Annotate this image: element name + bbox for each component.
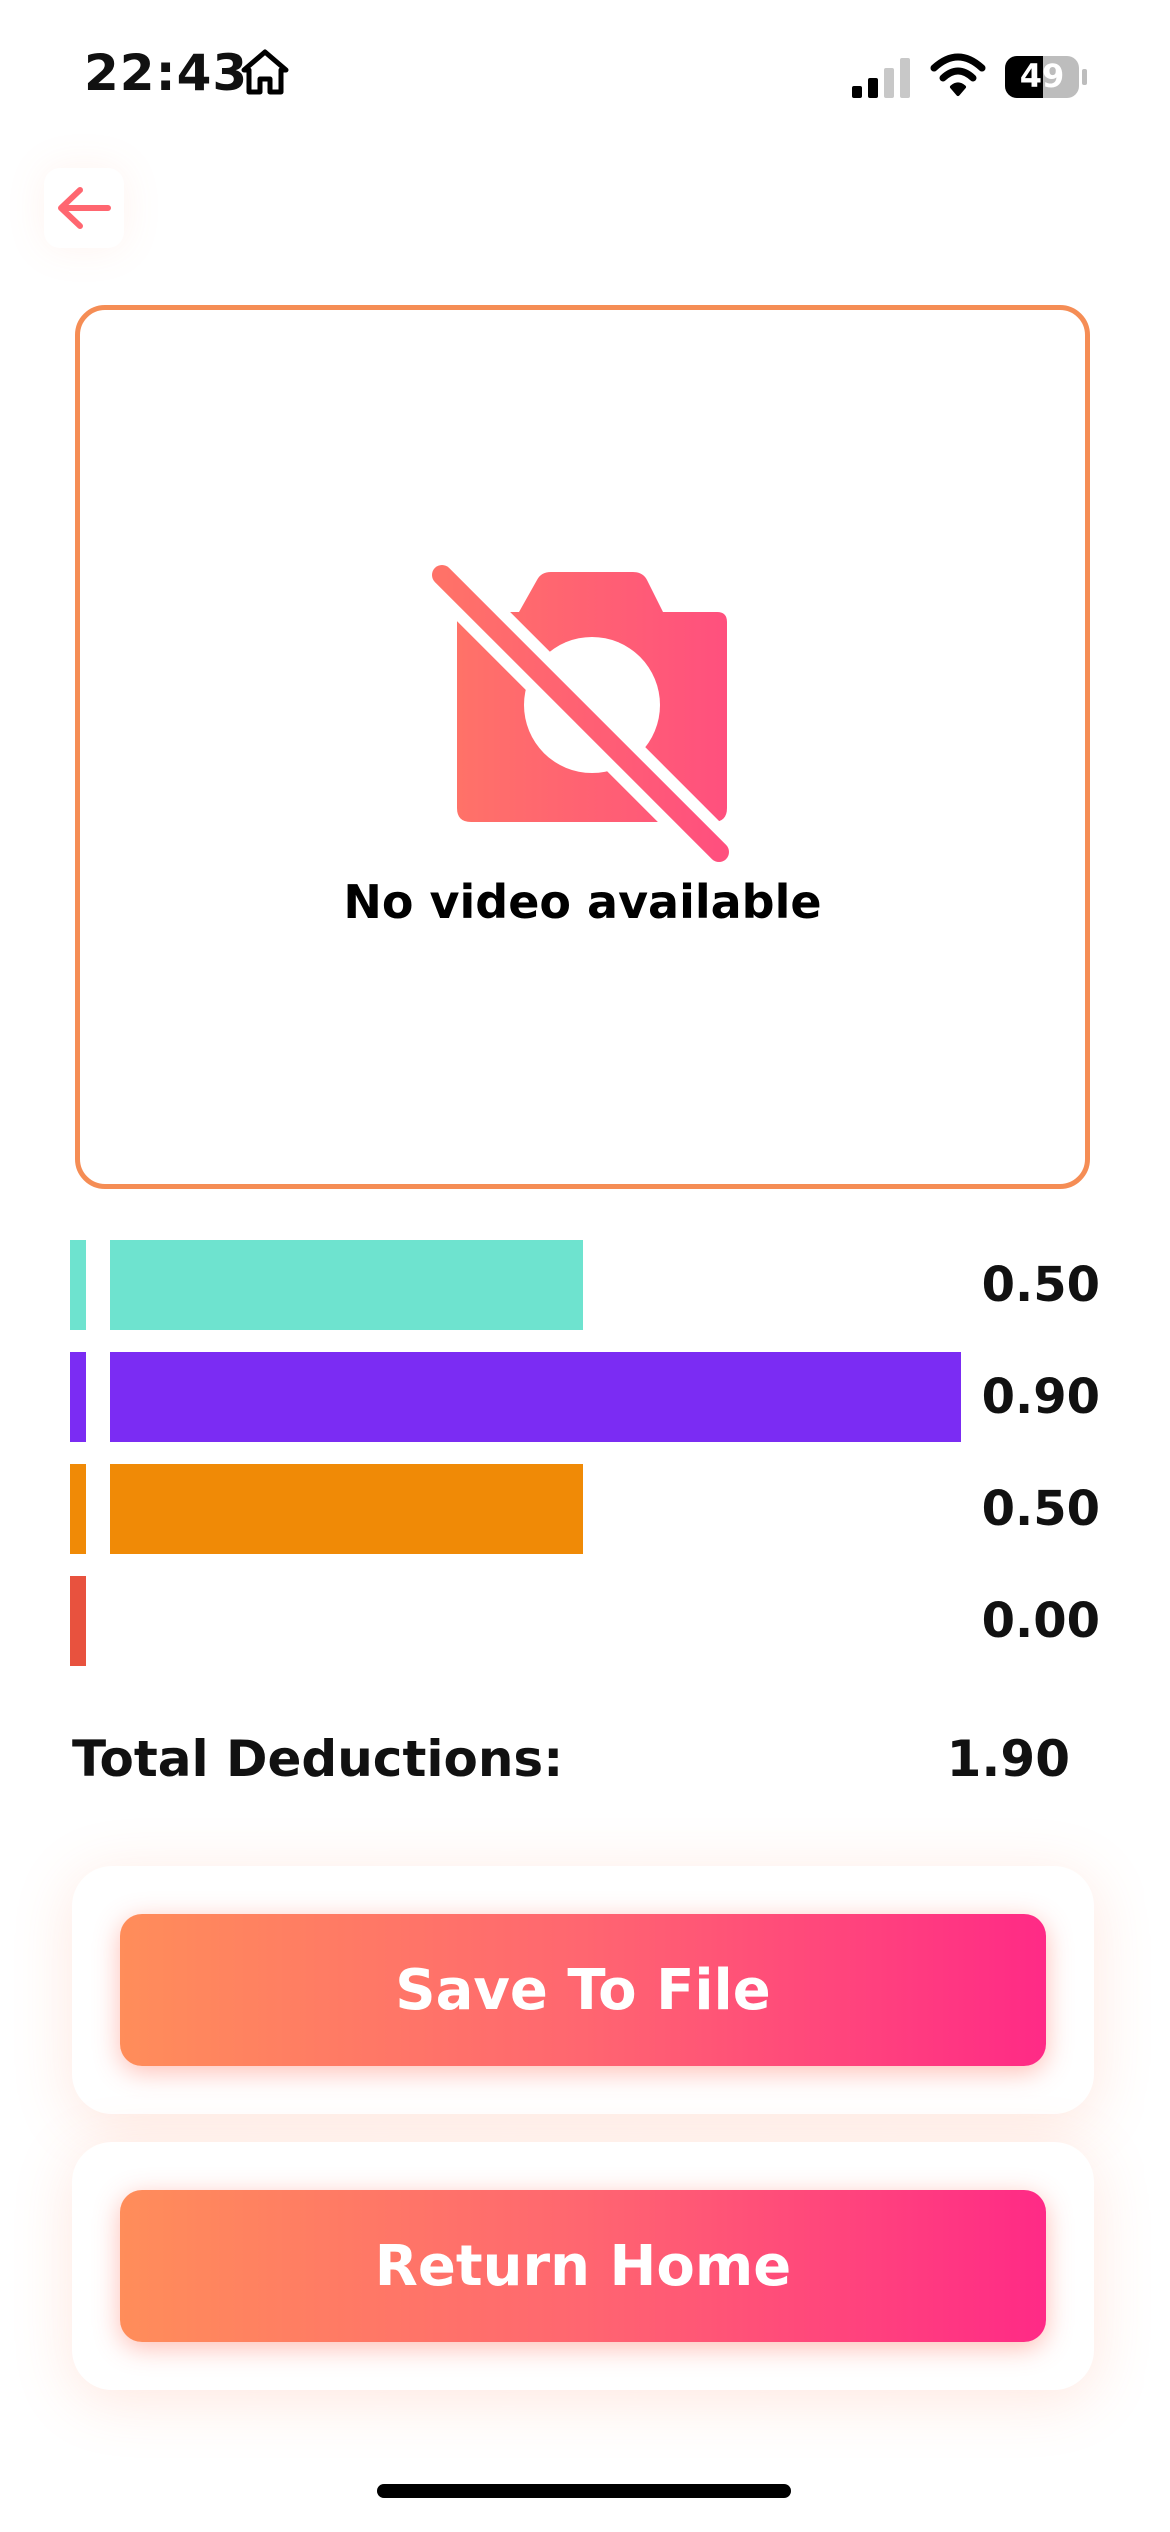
total-deductions-value: 1.90 <box>946 1730 1070 1788</box>
deduction-value: 0.50 <box>981 1257 1100 1313</box>
deduction-row: 0.00 <box>70 1576 1100 1666</box>
signal-icon <box>852 58 910 98</box>
battery-level: 49 <box>1019 57 1065 95</box>
deduction-row: 0.50 <box>70 1240 1100 1330</box>
no-video-message: No video available <box>343 875 822 929</box>
camera-off-icon <box>432 565 729 862</box>
deduction-color-marker <box>70 1576 86 1666</box>
status-time: 22:43 <box>84 44 249 102</box>
deduction-color-marker <box>70 1352 86 1442</box>
deduction-bar <box>110 1352 961 1442</box>
back-button[interactable] <box>44 168 124 248</box>
deduction-value: 0.00 <box>981 1593 1100 1649</box>
save-button-card: Save To File <box>72 1866 1094 2114</box>
home-indicator <box>377 2484 791 2498</box>
deduction-value: 0.90 <box>981 1369 1100 1425</box>
return-home-button[interactable]: Return Home <box>120 2190 1046 2342</box>
deduction-bar <box>110 1240 583 1330</box>
video-panel: No video available <box>75 305 1090 1189</box>
deduction-value: 0.50 <box>981 1481 1100 1537</box>
battery-icon: 49 <box>1005 54 1087 100</box>
wifi-icon <box>930 53 986 96</box>
deduction-color-marker <box>70 1240 86 1330</box>
arrow-left-icon <box>58 187 111 229</box>
deduction-bars: 0.50 0.90 0.50 0.00 <box>70 1240 1100 1680</box>
status-bar: 22:43 49 <box>0 0 1170 150</box>
deduction-bar <box>110 1464 583 1554</box>
deduction-row: 0.50 <box>70 1464 1100 1554</box>
return-home-button-card: Return Home <box>72 2142 1094 2390</box>
deduction-row: 0.90 <box>70 1352 1100 1442</box>
save-to-file-button[interactable]: Save To File <box>120 1914 1046 2066</box>
home-icon <box>241 49 289 95</box>
deduction-color-marker <box>70 1464 86 1554</box>
total-deductions-label: Total Deductions: <box>72 1730 564 1788</box>
